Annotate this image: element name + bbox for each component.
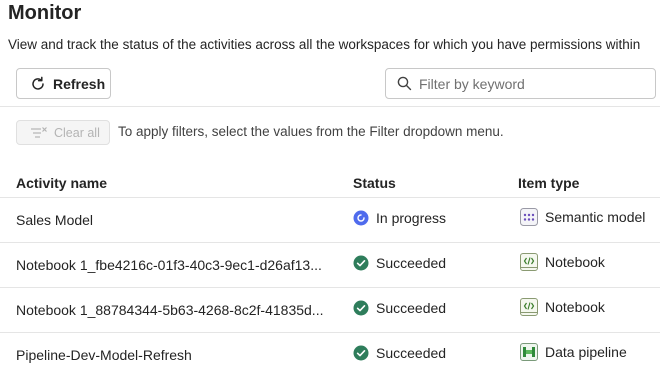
status-label: In progress (376, 210, 447, 226)
status-cell: Succeeded (353, 345, 446, 361)
activity-name[interactable]: Notebook 1_88784344-5b63-4268-8c2f-41835… (16, 302, 323, 318)
status-label: Succeeded (376, 300, 447, 316)
search-icon (397, 76, 412, 91)
status-label: Succeeded (376, 255, 447, 271)
data-pipeline-icon (520, 343, 538, 361)
succeeded-icon (353, 255, 369, 271)
column-header-activity-name[interactable]: Activity name (16, 175, 107, 191)
table-row[interactable]: Sales Model In progress Semantic model (0, 197, 660, 243)
column-header-item-type[interactable]: Item type (518, 175, 579, 191)
status-cell: In progress (353, 210, 446, 226)
clear-all-label: Clear all (54, 125, 100, 140)
refresh-label: Refresh (53, 75, 106, 92)
page-description: View and track the status of the activit… (8, 37, 641, 52)
item-type-label: Notebook (545, 299, 605, 315)
column-header-status[interactable]: Status (353, 175, 396, 191)
status-label: Succeeded (376, 345, 447, 361)
status-cell: Succeeded (353, 255, 446, 271)
notebook-icon (520, 253, 538, 271)
activity-name[interactable]: Pipeline-Dev-Model-Refresh (16, 347, 192, 363)
succeeded-icon (353, 345, 369, 361)
page-title: Monitor (8, 2, 82, 24)
filter-clear-icon (31, 126, 47, 138)
item-type-label: Semantic model (545, 209, 646, 225)
refresh-button[interactable]: Refresh (16, 68, 111, 99)
refresh-icon (32, 76, 44, 90)
activity-name[interactable]: Sales Model (16, 212, 93, 228)
item-type-label: Notebook (545, 254, 605, 270)
item-type-label: Data pipeline (545, 344, 627, 360)
clear-all-button[interactable]: Clear all (16, 120, 110, 145)
notebook-icon (520, 298, 538, 316)
filter-hint: To apply filters, select the values from… (118, 124, 504, 139)
in-progress-icon (353, 210, 369, 226)
search-box[interactable] (385, 68, 656, 99)
status-cell: Succeeded (353, 300, 446, 316)
item-type-cell: Notebook (520, 298, 605, 316)
toolbar-divider (0, 106, 660, 107)
semantic-model-icon (520, 208, 538, 226)
item-type-cell: Notebook (520, 253, 605, 271)
table-row[interactable]: Pipeline-Dev-Model-Refresh Succeeded Dat… (0, 332, 660, 378)
search-input[interactable] (419, 75, 644, 92)
succeeded-icon (353, 300, 369, 316)
item-type-cell: Semantic model (520, 208, 645, 226)
table-row[interactable]: Notebook 1_fbe4216c-01f3-40c3-9ec1-d26af… (0, 242, 660, 288)
table-row[interactable]: Notebook 1_88784344-5b63-4268-8c2f-41835… (0, 287, 660, 333)
item-type-cell: Data pipeline (520, 343, 627, 361)
activity-name[interactable]: Notebook 1_fbe4216c-01f3-40c3-9ec1-d26af… (16, 257, 322, 273)
